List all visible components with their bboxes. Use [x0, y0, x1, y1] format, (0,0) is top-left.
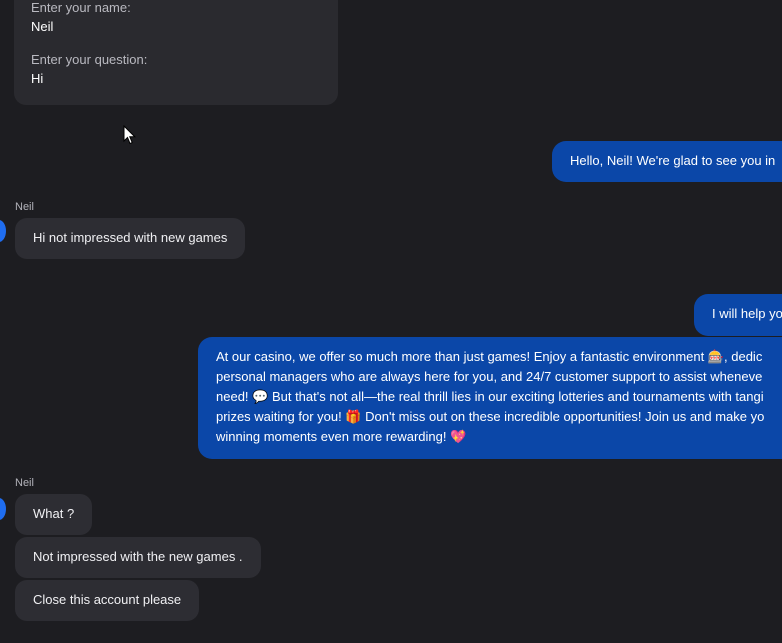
user-message-text: What ?	[33, 506, 75, 521]
question-value: Hi	[31, 71, 44, 86]
name-value: Neil	[31, 19, 54, 34]
user-avatar	[0, 220, 6, 242]
user-message-bubble: Not impressed with the new games .	[15, 537, 261, 578]
bot-help-bubble: I will help yo	[694, 294, 782, 336]
user-message-text: Not impressed with the new games .	[33, 549, 243, 564]
mouse-cursor-icon	[123, 125, 137, 145]
user-message-text: Close this account please	[33, 592, 182, 607]
name-label: Enter your name:	[31, 0, 131, 15]
bot-promo-bubble: At our casino, we offer so much more tha…	[198, 337, 782, 459]
bot-greeting-bubble: Hello, Neil! We're glad to see you in	[552, 141, 782, 182]
user-avatar	[0, 498, 6, 520]
user-message-text: Hi not impressed with new games	[33, 230, 228, 245]
question-form-card: Enter your name: Neil Enter your questio…	[14, 0, 338, 105]
question-label: Enter your question:	[31, 52, 148, 67]
user-message-bubble: Close this account please	[15, 580, 200, 621]
bot-greeting-text: Hello, Neil! We're glad to see you in	[570, 153, 776, 168]
bot-promo-text: At our casino, we offer so much more tha…	[216, 349, 765, 444]
user-sender-name: Neil	[15, 201, 34, 213]
user-message-bubble: What ?	[15, 494, 93, 535]
user-message-bubble: Hi not impressed with new games	[15, 218, 246, 259]
user-sender-name: Neil	[15, 477, 34, 489]
bot-help-text: I will help yo	[712, 306, 782, 321]
